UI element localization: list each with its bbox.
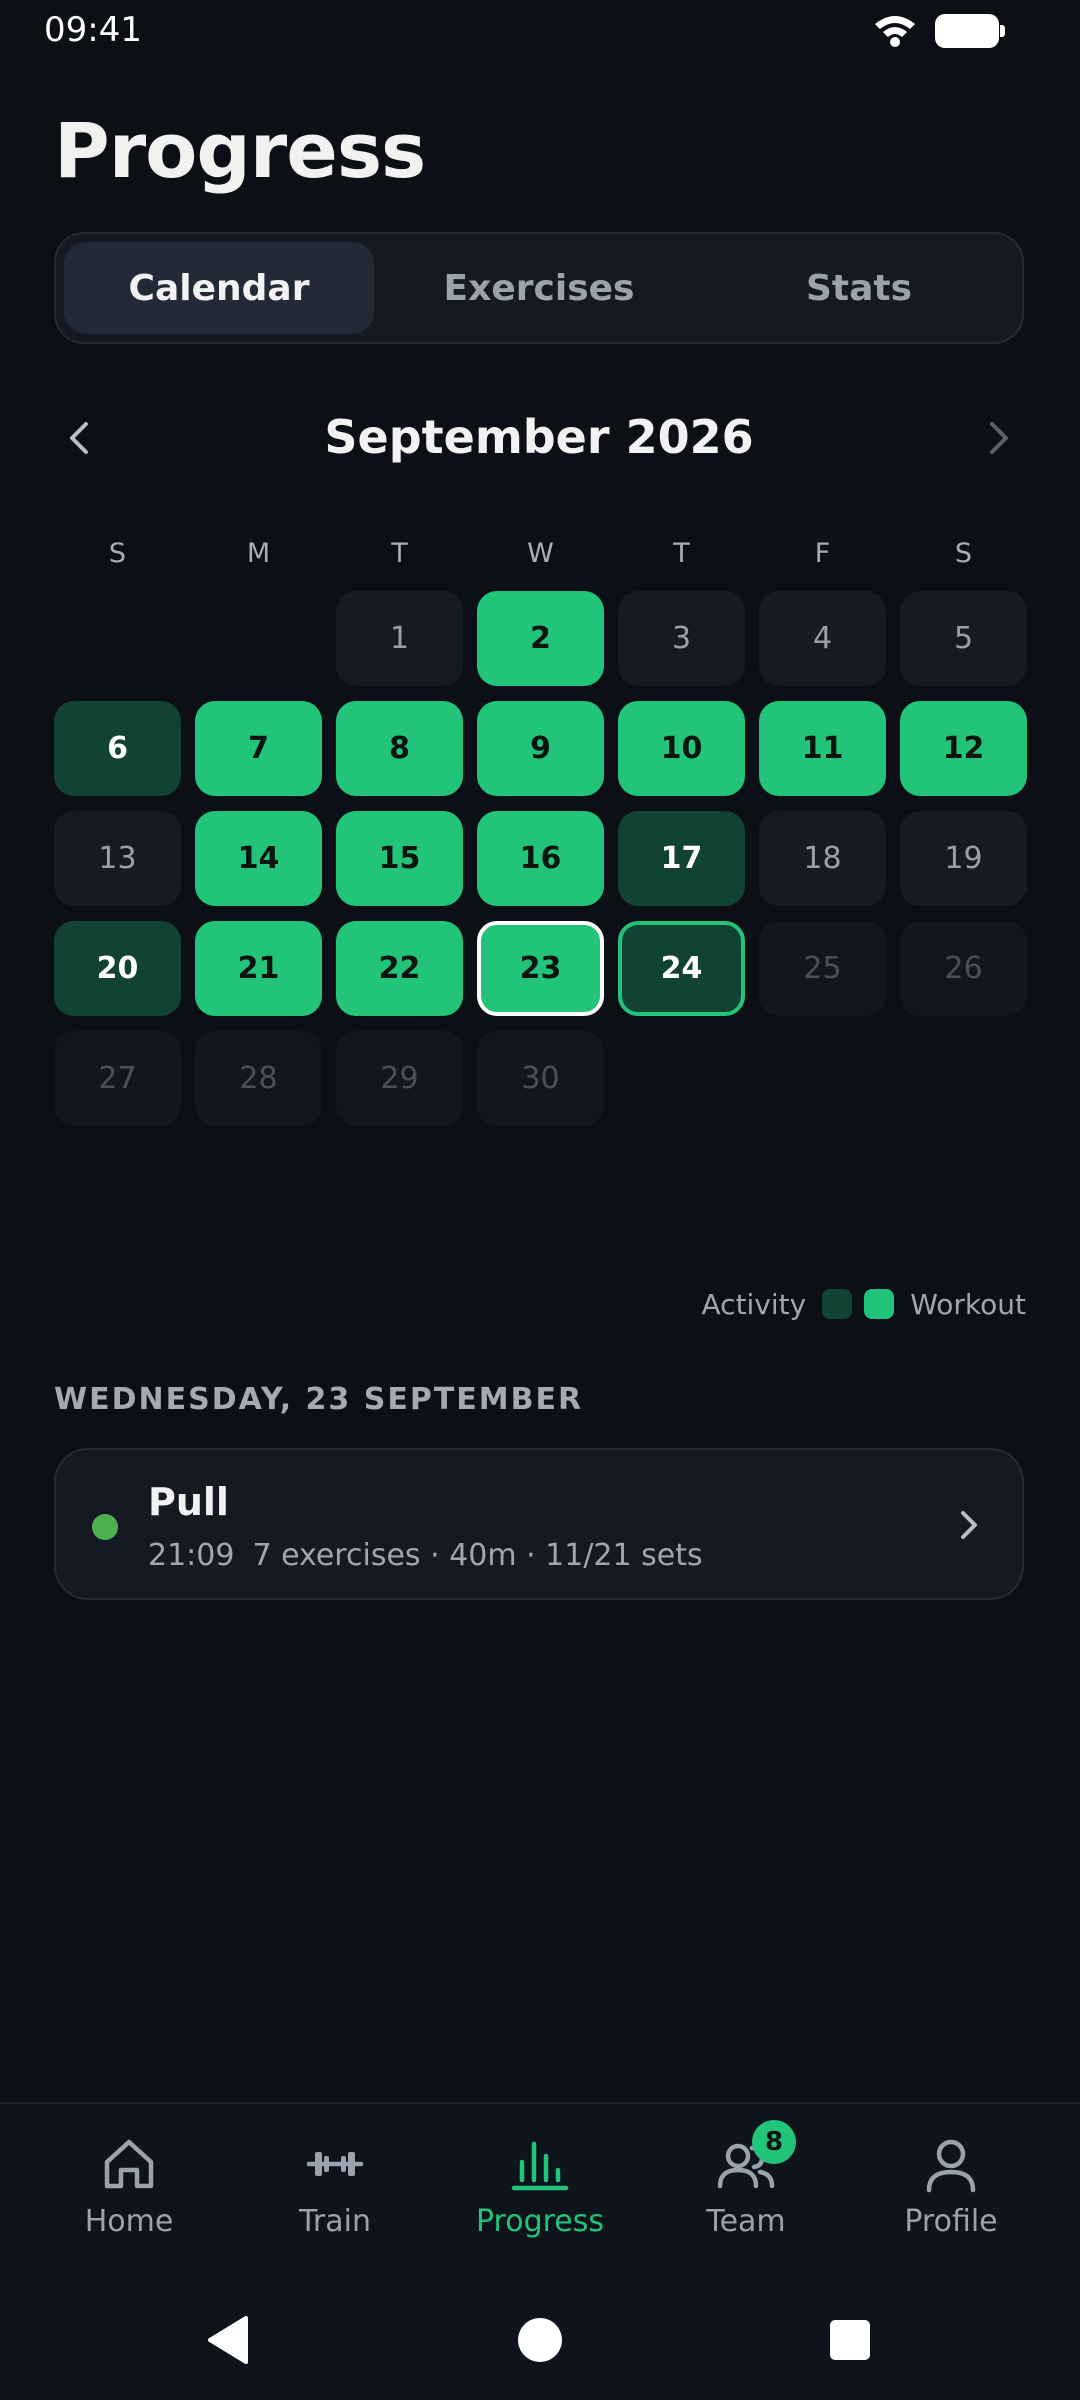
calendar-day-23[interactable]: 23 [477,921,604,1016]
workout-time: 21:09 [148,1538,235,1573]
month-title: September 2026 [324,410,754,464]
calendar-day-20[interactable]: 20 [54,921,181,1016]
weekday-label: W [527,538,554,569]
recents-square-icon[interactable] [820,2310,880,2370]
calendar-day-17[interactable]: 17 [618,811,745,906]
calendar-day-27[interactable]: 27 [54,1031,181,1126]
nav-train-label: Train [299,2204,371,2239]
team-notification-badge: 8 [752,2120,796,2164]
calendar-day-16[interactable]: 16 [477,811,604,906]
calendar-day-30[interactable]: 30 [477,1031,604,1126]
legend-workout-label: Workout [910,1287,1026,1321]
chevron-right-icon [961,1511,977,1539]
wifi-icon [873,12,917,48]
tab-stats[interactable]: Stats [704,242,1014,334]
calendar-day-26[interactable]: 26 [900,921,1027,1016]
calendar-day-21[interactable]: 21 [195,921,322,1016]
workout-meta: 21:09 7 exercises · 40m · 11/21 sets [148,1538,703,1573]
back-triangle-icon[interactable] [198,2310,258,2370]
profile-icon [919,2132,983,2196]
next-month-button[interactable] [972,412,1024,464]
nav-progress-label: Progress [475,2204,605,2239]
legend-activity-swatch [822,1289,853,1319]
weekday-label: F [814,538,831,569]
legend-activity-label: Activity [701,1287,807,1321]
battery-icon [935,14,1005,48]
calendar-day-22[interactable]: 22 [336,921,463,1016]
tab-exercises[interactable]: Exercises [384,242,694,334]
calendar-day-9[interactable]: 9 [477,701,604,796]
nav-home-label: Home [84,2204,174,2239]
calendar-day-5[interactable]: 5 [900,591,1027,686]
workout-name: Pull [148,1480,229,1524]
calendar-day-3[interactable]: 3 [618,591,745,686]
calendar-day-28[interactable]: 28 [195,1031,322,1126]
nav-home[interactable]: Home [29,2132,229,2252]
workout-summary: 7 exercises · 40m · 11/21 sets [252,1538,703,1573]
calendar-day-29[interactable]: 29 [336,1031,463,1126]
nav-team[interactable]: 8 Team [646,2120,846,2252]
calendar-day-7[interactable]: 7 [195,701,322,796]
chart-icon [508,2132,572,2196]
calendar-day-12[interactable]: 12 [900,701,1027,796]
nav-team-label: Team [706,2204,786,2239]
selected-date-heading: WEDNESDAY, 23 SEPTEMBER [54,1382,584,1417]
calendar-day-15[interactable]: 15 [336,811,463,906]
calendar-day-8[interactable]: 8 [336,701,463,796]
tab-calendar[interactable]: Calendar [64,242,374,334]
team-icon: 8 [714,2120,796,2196]
calendar-day-4[interactable]: 4 [759,591,886,686]
bottom-navigation: Home Train Progress 8 Team Profile [0,2102,1080,2284]
nav-train[interactable]: Train [235,2132,435,2252]
calendar-day-25[interactable]: 25 [759,921,886,1016]
calendar-day-10[interactable]: 10 [618,701,745,796]
nav-profile-label: Profile [904,2204,998,2239]
calendar-day-18[interactable]: 18 [759,811,886,906]
dumbbell-icon [303,2132,367,2196]
nav-profile[interactable]: Profile [851,2132,1051,2252]
weekday-label: M [246,538,271,569]
chevron-right-icon [990,422,1008,454]
weekday-label: S [108,538,127,569]
view-tabs: Calendar Exercises Stats [54,232,1024,344]
weekday-label: S [954,538,973,569]
calendar-day-13[interactable]: 13 [54,811,181,906]
nav-progress[interactable]: Progress [440,2132,640,2252]
calendar-day-14[interactable]: 14 [195,811,322,906]
status-bar: 09:41 [0,0,1080,62]
workout-card[interactable]: Pull 21:09 7 exercises · 40m · 11/21 sets [54,1448,1024,1600]
calendar-legend: Activity Workout [702,1284,1026,1324]
home-circle-icon[interactable] [510,2310,570,2370]
legend-workout-swatch [864,1289,895,1319]
weekday-label: T [673,538,690,569]
calendar-day-19[interactable]: 19 [900,811,1027,906]
home-icon [97,2132,161,2196]
page-title: Progress [54,106,426,195]
weekday-label: T [391,538,408,569]
calendar-day-24[interactable]: 24 [618,921,745,1016]
calendar-day-11[interactable]: 11 [759,701,886,796]
calendar-day-1[interactable]: 1 [336,591,463,686]
status-time: 09:41 [44,10,142,50]
system-navigation-bar [0,2282,1080,2400]
month-navigation: September 2026 [54,398,1024,478]
workout-status-dot [92,1514,118,1540]
calendar-day-2[interactable]: 2 [477,591,604,686]
calendar-day-6[interactable]: 6 [54,701,181,796]
